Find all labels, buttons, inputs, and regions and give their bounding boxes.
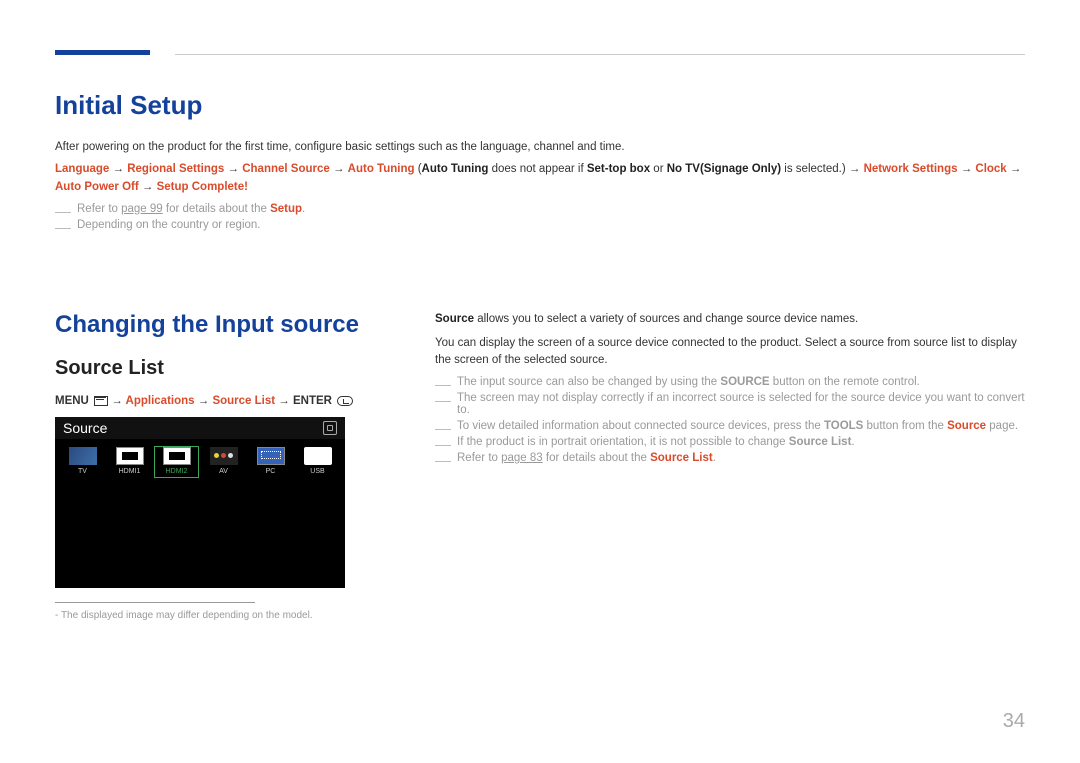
note1-end: . (302, 203, 305, 215)
path-sourcelist: Source List (212, 395, 275, 407)
note1-mid: for details about the (163, 203, 270, 215)
n1-bold: SOURCE (720, 376, 769, 388)
n3-red: Source (947, 420, 986, 432)
source-label-usb: USB (294, 468, 341, 475)
header-accent-bar (55, 50, 150, 55)
note-dash-icon (435, 445, 451, 446)
para-source-bold: Source (435, 313, 474, 325)
usb-thumb-icon (304, 447, 332, 465)
link-page-99[interactable]: page 99 (121, 203, 163, 215)
header-rule (175, 54, 1025, 55)
note-dash-icon (55, 212, 71, 213)
source-item-pc: PC (247, 445, 294, 479)
path-applications: Applications (126, 395, 195, 407)
note-dash-icon (435, 429, 451, 430)
menu-path: MENU → Applications → Source List → ENTE… (55, 395, 365, 407)
subheading-source-list: Source List (55, 357, 365, 380)
tv-thumb-icon (69, 447, 97, 465)
flow-auto-tuning: Auto Tuning (348, 163, 415, 175)
para-source-rest: allows you to select a variety of source… (474, 313, 858, 325)
source-grid: TV HDMI1 HDMI2 AV (55, 439, 345, 479)
section-heading-initial-setup: Initial Setup (55, 90, 1025, 121)
note-dash-icon (55, 228, 71, 229)
note-dash-icon (435, 385, 451, 386)
n3-post: page. (986, 420, 1018, 432)
enter-icon (337, 396, 353, 406)
link-page-83[interactable]: page 83 (501, 452, 543, 464)
n3-mid: button from the (863, 420, 947, 432)
tools-icon (323, 421, 337, 435)
n4-pre: If the product is in portrait orientatio… (457, 436, 789, 448)
n1-pre: The input source can also be changed by … (457, 376, 720, 388)
source-label-hdmi1: HDMI1 (106, 468, 153, 475)
n1-post: button on the remote control. (770, 376, 920, 388)
note-tools-button: To view detailed information about conne… (435, 420, 1025, 432)
note-depending-region: Depending on the country or region. (55, 219, 1025, 231)
flow-mid2: or (650, 163, 667, 175)
pc-thumb-icon (257, 447, 285, 465)
menu-icon (94, 396, 106, 405)
note-dash-icon (435, 401, 451, 402)
para-source-intro: Source allows you to select a variety of… (435, 311, 1025, 329)
flow-clock: Clock (975, 163, 1006, 175)
hdmi-thumb-icon (116, 447, 144, 465)
n4-bold: Source List (789, 436, 852, 448)
source-item-av: AV (200, 445, 247, 479)
footnote: - The displayed image may differ dependi… (55, 610, 365, 621)
source-item-hdmi1: HDMI1 (106, 445, 153, 479)
footnote-text: The displayed image may differ depending… (61, 610, 313, 621)
flow-autopoweroff: Auto Power Off (55, 181, 139, 193)
flow-mid1: does not appear if (488, 163, 586, 175)
note-portrait: If the product is in portrait orientatio… (435, 436, 1025, 448)
flow-setupcomplete: Setup Complete! (157, 181, 248, 193)
menu-label: MENU (55, 395, 89, 407)
n5-post: . (713, 452, 716, 464)
note-incorrect-source: The screen may not display correctly if … (435, 392, 1025, 416)
source-screenshot: Source TV HDMI1 HDMI2 (55, 417, 345, 588)
flow-channel-source: Channel Source (242, 163, 330, 175)
note1-pre: Refer to (77, 203, 121, 215)
setup-flow: Language → Regional Settings → Channel S… (55, 160, 1025, 197)
source-label-tv: TV (59, 468, 106, 475)
flow-notv: No TV(Signage Only) (667, 163, 781, 175)
screenshot-header: Source (55, 417, 345, 439)
av-thumb-icon (210, 447, 238, 465)
source-item-usb: USB (294, 445, 341, 479)
source-item-hdmi2: HDMI2 (153, 445, 200, 479)
flow-mid3: is selected.) → (781, 163, 863, 175)
flow-language: Language (55, 163, 109, 175)
n5-mid: for details about the (543, 452, 650, 464)
source-label-av: AV (200, 468, 247, 475)
note-refer-page99: Refer to page 99 for details about the S… (55, 203, 1025, 215)
note-refer-page83: Refer to page 83 for details about the S… (435, 452, 1025, 464)
source-label-pc: PC (247, 468, 294, 475)
flow-network: Network Settings (864, 163, 958, 175)
footnote-rule (55, 602, 255, 603)
flow-auto-tuning-bold: Auto Tuning (422, 163, 489, 175)
note-dash-icon (435, 461, 451, 462)
screenshot-title: Source (63, 420, 107, 436)
source-label-hdmi2: HDMI2 (153, 468, 200, 475)
page-number: 34 (1003, 710, 1025, 733)
n2-text: The screen may not display correctly if … (457, 392, 1025, 416)
para-display-screen: You can display the screen of a source d… (435, 335, 1025, 371)
flow-settop: Set-top box (587, 163, 650, 175)
n5-red: Source List (650, 452, 713, 464)
flow-regional: Regional Settings (127, 163, 224, 175)
source-item-tv: TV (59, 445, 106, 479)
n5-pre: Refer to (457, 452, 501, 464)
hdmi-thumb-icon (163, 447, 191, 465)
n3-bold: TOOLS (824, 420, 863, 432)
note-source-button: The input source can also be changed by … (435, 376, 1025, 388)
note2-text: Depending on the country or region. (77, 219, 260, 231)
note1-bold: Setup (270, 203, 302, 215)
intro-text: After powering on the product for the fi… (55, 141, 1025, 153)
footnote-dash: - (55, 610, 58, 621)
n4-post: . (851, 436, 854, 448)
n3-pre: To view detailed information about conne… (457, 420, 824, 432)
section-heading-changing-input: Changing the Input source (55, 311, 365, 339)
enter-label: ENTER (293, 395, 332, 407)
